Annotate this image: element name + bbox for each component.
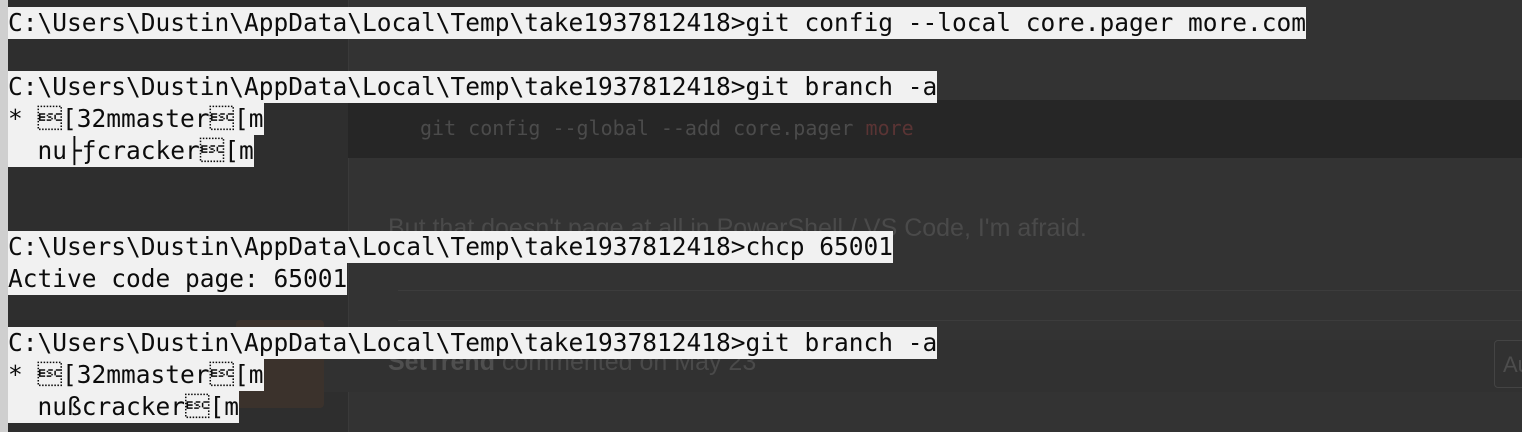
console-line-prompt: C:\Users\Dustin\AppData\Local\Temp\take1… bbox=[8, 7, 1307, 39]
console-line-output: nu├ƒcracker[m bbox=[8, 135, 254, 167]
background-divider bbox=[398, 290, 1522, 291]
console-line-output: * [32mmaster[m bbox=[8, 103, 264, 135]
background-divider bbox=[398, 320, 1522, 321]
console-line-prompt: C:\Users\Dustin\AppData\Local\Temp\take1… bbox=[8, 71, 938, 103]
console-line-output: * [32mmaster[m bbox=[8, 359, 264, 391]
background-pill-button: Au bbox=[1494, 340, 1522, 388]
background-code-prefix: git config --global --add core.pager bbox=[420, 116, 866, 140]
window-frame-edge bbox=[0, 0, 8, 432]
console-line-prompt: C:\Users\Dustin\AppData\Local\Temp\take1… bbox=[8, 231, 894, 263]
console-line-output: Active code page: 65001 bbox=[8, 263, 348, 295]
console-line-prompt: C:\Users\Dustin\AppData\Local\Temp\take1… bbox=[8, 327, 938, 359]
console-line-output: nußcracker[m bbox=[8, 391, 240, 423]
background-code-text: git config --global --add core.pager mor… bbox=[420, 116, 914, 140]
background-code-keyword: more bbox=[865, 116, 914, 140]
